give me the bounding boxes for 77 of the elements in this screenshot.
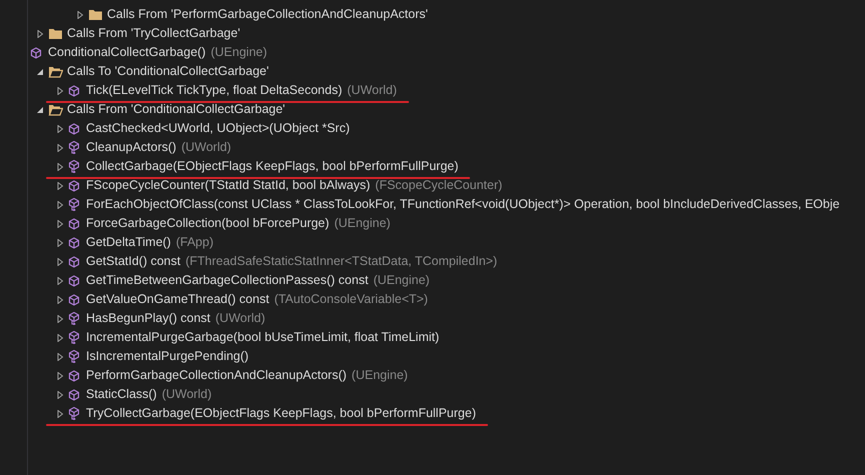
method-signature[interactable]: GetTimeBetweenGarbageCollectionPasses() const: [86, 271, 368, 290]
method-signature[interactable]: GetValueOnGameThread() const: [86, 290, 270, 309]
collapsed-arrow-icon[interactable]: [56, 296, 64, 304]
method-signature[interactable]: GetStatId() const: [86, 252, 180, 271]
cube-with-arrow-icon: [68, 350, 80, 363]
method-signature[interactable]: FScopeCycleCounter(TStatId StatId, bool bAlways): [86, 176, 370, 195]
method-signature[interactable]: StaticClass(): [86, 385, 157, 404]
collapsed-arrow-icon[interactable]: [56, 238, 64, 246]
collapsed-arrow-icon[interactable]: [56, 182, 64, 190]
cube-with-arrow-icon: [68, 312, 80, 325]
method-signature[interactable]: IsIncrementalPurgePending(): [86, 347, 249, 366]
cube-icon: [68, 236, 80, 248]
cube-icon: [68, 274, 80, 286]
class-name: (UEngine): [373, 272, 430, 290]
cube-with-arrow-icon: [68, 141, 80, 154]
folder-label[interactable]: Calls From 'PerformGarbageCollectionAndCleanupActors': [107, 5, 428, 24]
method-signature[interactable]: CastChecked<UWorld, UObject>(UObject *Src): [86, 119, 350, 138]
collapsed-arrow-icon[interactable]: [76, 10, 84, 18]
class-name: (UWorld): [181, 139, 232, 156]
collapsed-arrow-icon[interactable]: [56, 372, 64, 380]
open-folder-icon: [48, 104, 63, 116]
class-name: (UWorld): [347, 82, 397, 100]
folder-label[interactable]: Calls To 'ConditionalCollectGarbage': [67, 62, 269, 81]
open-folder-icon: [48, 66, 63, 78]
method-signature[interactable]: IncrementalPurgeGarbage(bool bUseTimeLimit, float TimeLimit): [86, 328, 440, 347]
folder-icon: [88, 8, 103, 20]
collapsed-arrow-icon[interactable]: [56, 200, 64, 208]
method-signature[interactable]: ConditionalCollectGarbage(): [48, 43, 206, 62]
class-name: (UEngine): [210, 44, 268, 62]
collapsed-arrow-icon[interactable]: [56, 390, 64, 398]
method-signature[interactable]: Tick(ELevelTick TickType, float DeltaSeconds): [86, 81, 342, 100]
collapsed-arrow-icon[interactable]: [56, 314, 64, 322]
cube-with-arrow-icon: [68, 331, 80, 344]
cube-icon: [68, 388, 80, 400]
cube-icon: [68, 180, 80, 192]
method-signature[interactable]: ForceGarbageCollection(bool bForcePurge): [86, 214, 330, 233]
cube-with-arrow-icon: [68, 160, 80, 173]
method-signature[interactable]: ForEachObjectOfClass(const UClass * ClassToLookFor, TFunctionRef<void(UObject*)> Operation, bool bIncludeDerivedClasses, EObje: [86, 195, 840, 214]
cube-icon: [68, 122, 80, 134]
collapsed-arrow-icon[interactable]: [56, 410, 64, 418]
collapsed-arrow-icon[interactable]: [56, 258, 64, 266]
method-signature[interactable]: CleanupActors(): [86, 138, 176, 157]
expanded-arrow-icon[interactable]: [36, 68, 44, 76]
cube-icon: [30, 46, 42, 58]
folder-icon: [48, 28, 63, 40]
class-name: (FThreadSafeStaticStatInner<TStatData, TCompiledIn>): [185, 253, 498, 270]
collapsed-arrow-icon[interactable]: [56, 352, 64, 360]
folder-label[interactable]: Calls From 'ConditionalCollectGarbage': [67, 100, 286, 119]
class-name: (FApp): [176, 234, 214, 252]
cube-icon: [68, 294, 80, 306]
class-name: (FScopeCycleCounter): [375, 177, 502, 194]
expanded-arrow-icon[interactable]: [36, 106, 44, 114]
collapsed-arrow-icon[interactable]: [56, 276, 64, 284]
method-signature[interactable]: CollectGarbage(EObjectFlags KeepFlags, bool bPerformFullPurge): [86, 157, 458, 176]
method-signature[interactable]: GetDeltaTime(): [86, 233, 171, 252]
cube-with-arrow-icon: [68, 407, 80, 420]
folder-label[interactable]: Calls From 'TryCollectGarbage': [67, 24, 240, 43]
cube-icon: [68, 218, 80, 230]
method-signature[interactable]: TryCollectGarbage(EObjectFlags KeepFlags, bool bPerformFullPurge): [86, 404, 476, 423]
class-name: (UEngine): [334, 215, 390, 232]
cube-icon: [68, 256, 80, 268]
cube-icon: [68, 370, 80, 382]
class-name: (TAutoConsoleVariable<T>): [274, 291, 428, 308]
collapsed-arrow-icon[interactable]: [56, 124, 64, 132]
class-name: (UWorld): [162, 386, 212, 404]
method-signature[interactable]: PerformGarbageCollectionAndCleanupActors(): [86, 366, 347, 385]
collapsed-arrow-icon[interactable]: [36, 30, 44, 38]
collapsed-arrow-icon[interactable]: [56, 220, 64, 228]
class-name: (UEngine): [352, 367, 408, 384]
cube-icon: [68, 84, 80, 96]
cube-with-arrow-icon: [68, 198, 80, 211]
collapsed-arrow-icon[interactable]: [56, 86, 64, 94]
collapsed-arrow-icon[interactable]: [56, 334, 64, 342]
method-signature[interactable]: HasBegunPlay() const: [86, 309, 210, 328]
collapsed-arrow-icon[interactable]: [56, 144, 64, 152]
collapsed-arrow-icon[interactable]: [56, 162, 64, 170]
class-name: (UWorld): [215, 310, 266, 328]
